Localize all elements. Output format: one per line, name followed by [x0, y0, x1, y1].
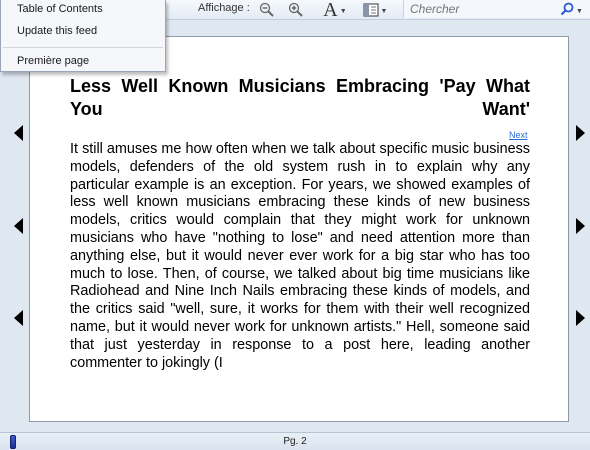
search-button[interactable]: ▼: [560, 1, 588, 17]
page-indicator: Pg. 2: [283, 436, 307, 447]
menu-item-first-page[interactable]: Première page: [17, 55, 89, 67]
right-arrow-icon: [576, 125, 585, 141]
search-box: ▼: [403, 0, 590, 18]
search-input[interactable]: [410, 1, 550, 17]
page-layout-icon: [362, 2, 379, 17]
font-size-button[interactable]: A ▼: [318, 0, 352, 21]
prev-page-arrow[interactable]: [13, 310, 25, 326]
zoom-in-button[interactable]: [285, 0, 307, 19]
menu-item-update-feed[interactable]: Update this feed: [17, 25, 97, 37]
font-size-icon: A: [323, 0, 338, 21]
prev-page-arrow[interactable]: [13, 218, 25, 234]
prev-page-arrow[interactable]: [13, 125, 25, 141]
right-arrow-icon: [576, 218, 585, 234]
menu-item-table-of-contents[interactable]: Table of Contents: [17, 3, 103, 15]
zoom-out-button[interactable]: [256, 0, 278, 19]
next-page-arrow[interactable]: [574, 125, 586, 141]
status-bar: Pg. 2: [0, 432, 590, 450]
left-arrow-icon: [14, 125, 23, 141]
page-layout-button[interactable]: ▼: [360, 0, 390, 19]
menu-separator: [3, 47, 163, 48]
reading-page: Less Well Known Musicians Embracing 'Pay…: [29, 36, 569, 422]
article-title: Less Well Known Musicians Embracing 'Pay…: [70, 76, 530, 119]
feed-menu: Table of Contents Update this feed Premi…: [0, 0, 166, 72]
left-arrow-icon: [14, 218, 23, 234]
search-icon: [560, 2, 574, 16]
zoom-in-icon: [288, 2, 303, 17]
affichage-label: Affichage :: [198, 2, 250, 14]
right-arrow-icon: [576, 310, 585, 326]
chevron-down-icon: ▼: [339, 8, 347, 15]
left-arrow-icon: [14, 310, 23, 326]
chevron-down-icon: ▼: [380, 8, 388, 15]
chevron-down-icon: ▼: [576, 7, 583, 15]
article-body: It still amuses me how often when we tal…: [70, 141, 530, 371]
next-link[interactable]: Next: [509, 130, 528, 140]
zoom-out-icon: [259, 2, 274, 17]
next-page-arrow[interactable]: [574, 218, 586, 234]
next-page-arrow[interactable]: [574, 310, 586, 326]
